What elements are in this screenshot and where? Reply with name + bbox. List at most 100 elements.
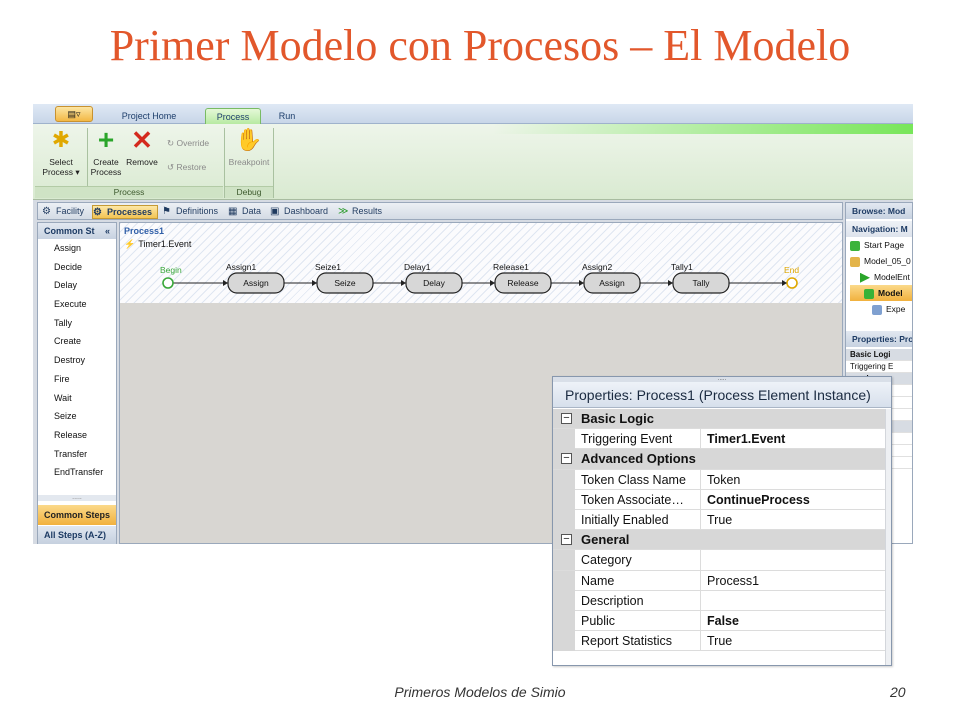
process-step[interactable]: Delay Delay1: [404, 262, 463, 294]
row-gutter: [553, 469, 575, 490]
row-gutter: [553, 509, 575, 530]
process-flow-diagram: Begin EndAssignAssign1SeizeSeize1DelayDel…: [160, 262, 799, 294]
create-process-button[interactable]: + Create Process: [89, 124, 123, 178]
row-gutter: [553, 631, 575, 652]
step-type-label: Delay: [423, 278, 445, 288]
step-item[interactable]: Delay: [38, 276, 116, 295]
flow-arrow: [579, 280, 584, 286]
property-row[interactable]: Description: [553, 590, 887, 611]
step-type-label: Tally: [692, 278, 710, 288]
processes-icon: ⚙: [93, 207, 102, 218]
view-tab-bar: ⚙ Facility ⚙ Processes ⚑ Definitions ▦ Data …: [37, 202, 843, 220]
panel-splitter[interactable]: .....: [38, 494, 116, 501]
tab-facility[interactable]: ⚙ Facility: [42, 205, 92, 219]
property-row[interactable]: Basic Logi: [846, 349, 912, 361]
tab-definitions[interactable]: ⚑ Definitions: [162, 205, 226, 219]
property-row[interactable]: Triggering E: [846, 361, 912, 373]
property-row[interactable]: Name Process1: [553, 570, 887, 591]
collapse-panel-icon[interactable]: «: [105, 223, 110, 239]
step-item[interactable]: Assign: [38, 239, 116, 258]
property-name: Triggering Event: [581, 429, 701, 450]
nav-label: Expe: [886, 304, 906, 314]
properties-scrollbar[interactable]: [885, 409, 891, 665]
step-item[interactable]: Fire: [38, 370, 116, 389]
restore-button[interactable]: ↺ Restore: [167, 162, 206, 173]
step-name-label: Delay1: [404, 262, 431, 272]
remove-button[interactable]: ✕ Remove: [125, 127, 159, 167]
property-name: Token Associate…: [581, 489, 701, 510]
flow-arrow: [312, 280, 317, 286]
dashboard-icon: ▣: [270, 206, 280, 217]
property-value[interactable]: Token: [707, 470, 740, 490]
step-item[interactable]: Destroy: [38, 351, 116, 370]
property-row[interactable]: Token Class Name Token: [553, 469, 887, 490]
property-value[interactable]: Timer1.Event: [707, 429, 785, 449]
tab-project-home[interactable]: Project Home: [113, 108, 185, 124]
property-group-header[interactable]: − Advanced Options: [553, 449, 887, 470]
property-row[interactable]: Public False: [553, 610, 887, 632]
tab-processes[interactable]: ⚙ Processes: [92, 205, 158, 219]
plus-icon: +: [97, 124, 115, 155]
property-value[interactable]: True: [707, 631, 732, 651]
step-item[interactable]: Wait: [38, 389, 116, 408]
property-name: Category: [581, 550, 701, 571]
property-name: Initially Enabled: [581, 509, 701, 530]
ribbon-group-process: Process: [35, 186, 223, 198]
app-menu-button[interactable]: ▤▿: [55, 106, 93, 122]
property-group-name: Basic Logic: [581, 411, 654, 426]
override-button[interactable]: ↻ Override: [167, 138, 209, 149]
row-gutter: [553, 570, 575, 591]
step-item[interactable]: Release: [38, 426, 116, 445]
property-row[interactable]: Token Associate… ContinueProcess: [553, 489, 887, 510]
step-item[interactable]: Decide: [38, 258, 116, 277]
common-steps-button[interactable]: Common Steps: [38, 505, 116, 525]
step-item[interactable]: Create: [38, 332, 116, 351]
collapse-toggle-icon[interactable]: −: [561, 534, 572, 546]
process-step[interactable]: Seize Seize1: [315, 262, 374, 294]
property-value[interactable]: True: [707, 510, 732, 530]
tab-results[interactable]: ≫ Results: [338, 205, 388, 219]
property-row[interactable]: Triggering Event Timer1.Event: [553, 429, 887, 450]
tab-data[interactable]: ▦ Data: [228, 205, 266, 219]
tab-dashboard[interactable]: ▣ Dashboard: [270, 205, 334, 219]
start-page-icon: [850, 240, 860, 251]
tab-process[interactable]: Process: [205, 108, 261, 124]
process-step[interactable]: Release Release1: [493, 262, 552, 294]
property-row[interactable]: Category: [553, 550, 887, 571]
step-item[interactable]: Tally: [38, 314, 116, 333]
process-step[interactable]: Tally Tally1: [671, 262, 730, 294]
select-process-button[interactable]: ✱ Select Process ▾: [37, 127, 85, 178]
collapse-toggle-icon[interactable]: −: [561, 453, 572, 465]
nav-item-experiment[interactable]: Expe: [846, 301, 912, 317]
nav-item-project[interactable]: Model_05_0: [846, 253, 912, 269]
property-value[interactable]: Process1: [707, 571, 759, 591]
step-item[interactable]: EndTransfer: [38, 463, 116, 482]
row-gutter: [553, 429, 575, 450]
property-value[interactable]: ContinueProcess: [707, 490, 810, 510]
tab-definitions-label: Definitions: [176, 206, 219, 216]
breakpoint-button[interactable]: ✋ Breakpoint: [227, 128, 271, 168]
process-step[interactable]: Assign Assign2: [582, 262, 641, 294]
process-area[interactable]: Process1 ⚡ Timer1.Event Begin End Assign Ass…: [120, 223, 842, 303]
property-group-header[interactable]: − General: [553, 530, 887, 551]
property-row[interactable]: Report Statistics True: [553, 631, 887, 652]
step-type-label: Seize: [334, 278, 356, 288]
nav-item-model[interactable]: Model: [850, 285, 912, 301]
step-item[interactable]: Seize: [38, 407, 116, 426]
process-step[interactable]: Assign Assign1: [226, 262, 285, 294]
property-row[interactable]: Initially Enabled True: [553, 509, 887, 531]
property-group-header[interactable]: − Basic Logic: [553, 409, 887, 430]
step-item[interactable]: Transfer: [38, 445, 116, 464]
collapse-toggle-icon[interactable]: −: [561, 413, 572, 424]
step-item[interactable]: Execute: [38, 295, 116, 314]
nav-item-start-page[interactable]: Start Page: [846, 237, 912, 253]
puzzle-icon: ✱: [51, 127, 71, 152]
steps-list: Assign Decide Delay Execute Tally Create Destr…: [38, 239, 116, 482]
row-gutter: [553, 590, 575, 611]
model-cube-icon: [864, 288, 874, 299]
property-value[interactable]: False: [707, 611, 739, 631]
row-gutter: [553, 489, 575, 510]
tab-run[interactable]: Run: [269, 108, 305, 124]
all-steps-button[interactable]: All Steps (A-Z): [38, 526, 116, 544]
nav-item-model-entity[interactable]: ModelEnt: [846, 269, 912, 285]
